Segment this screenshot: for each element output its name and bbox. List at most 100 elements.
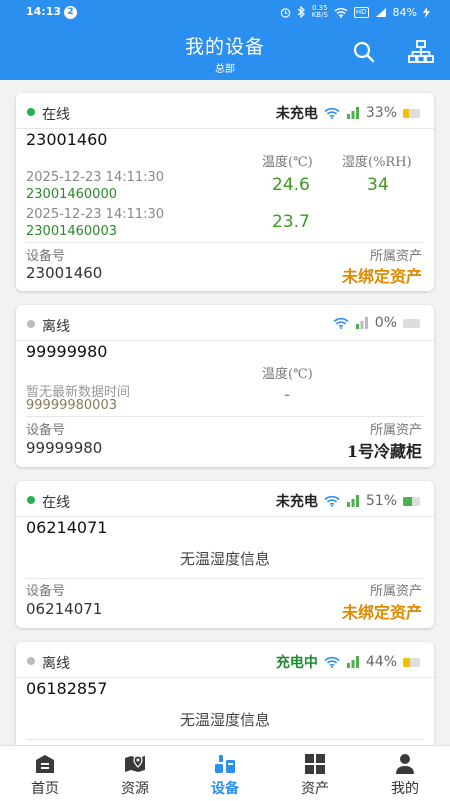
signal-bars-icon — [346, 107, 359, 119]
wifi-status-icon — [334, 7, 348, 18]
signal-bars-icon — [346, 656, 359, 668]
device-no-label: 设备号 — [26, 423, 66, 438]
device-no-label: 设备号 — [26, 249, 66, 264]
device-no-value: 23001460 — [26, 264, 103, 282]
tab-assets[interactable]: 资产 — [270, 746, 360, 801]
wifi-icon — [324, 107, 340, 119]
device-list[interactable]: 在线 未充电 33% 23001460 温度(℃) 湿度(%RH) 2025-1… — [0, 80, 450, 745]
humidity-value: 34 — [367, 175, 389, 195]
tab-label: 我的 — [391, 781, 419, 797]
temperature-label: 温度(℃) — [262, 367, 313, 382]
status-time: 14:13 — [26, 5, 62, 18]
device-power-status: 0% — [333, 315, 420, 331]
device-no-label: 设备号 — [26, 584, 66, 599]
card-header: 离线 充电中 44% — [16, 642, 434, 678]
battery-percent: 0% — [374, 315, 397, 331]
device-id: 23001460 — [26, 130, 108, 149]
device-status: 离线 — [42, 319, 70, 335]
charging-bolt-icon — [423, 6, 430, 18]
signal-bars-icon — [355, 317, 368, 329]
tab-label: 资产 — [301, 781, 329, 797]
no-sensor-info: 无温湿度信息 — [179, 711, 270, 729]
asset-label: 所属资产 — [369, 584, 422, 599]
battery-percent: 44% — [365, 654, 397, 670]
device-card[interactable]: 在线 未充电 51% 06214071 无温湿度信息 设备号 所属资产 0621… — [16, 481, 434, 628]
reading-time: 2025-12-23 14:11:30 — [26, 207, 165, 222]
reading-time: 2025-12-23 14:11:30 — [26, 170, 165, 185]
org-subtitle[interactable]: 总部 — [0, 60, 450, 75]
device-status: 离线 — [42, 656, 70, 672]
card-header: 在线 未充电 33% — [16, 93, 434, 129]
tab-label: 设备 — [211, 781, 239, 797]
asset-value[interactable]: 1号冷藏柜 — [347, 438, 422, 462]
signal-bars-icon — [346, 495, 359, 507]
tab-label: 首页 — [31, 781, 59, 797]
temperature-value: - — [284, 385, 291, 405]
user-icon — [396, 754, 414, 774]
device-id: 06182857 — [26, 679, 108, 698]
asset-value[interactable]: 未绑定资产 — [342, 599, 422, 623]
header-title-block: 我的设备 总部 — [0, 32, 450, 75]
charge-status: 未充电 — [275, 494, 318, 510]
no-sensor-info: 无温湿度信息 — [179, 550, 270, 568]
status-bar: 14:13 2 0.35 KB/S HD 84% — [0, 0, 450, 24]
map-pin-icon — [125, 755, 145, 772]
battery-level-fill — [403, 496, 412, 506]
card-header: 离线 0% — [16, 305, 434, 341]
offline-status-dot — [27, 657, 35, 665]
online-status-dot — [27, 108, 35, 116]
device-card[interactable]: 在线 未充电 33% 23001460 温度(℃) 湿度(%RH) 2025-1… — [16, 93, 434, 291]
device-id: 06214071 — [26, 518, 108, 537]
device-power-status: 充电中 44% — [276, 652, 420, 672]
battery-icon — [403, 657, 420, 667]
asset-value[interactable]: 未绑定资产 — [342, 263, 422, 287]
grid-icon — [305, 754, 325, 774]
tab-profile[interactable]: 我的 — [360, 746, 450, 801]
temperature-label: 温度(℃) — [262, 155, 313, 170]
device-power-status: 未充电 33% — [276, 103, 420, 123]
online-status-dot — [27, 496, 35, 504]
tab-label: 资源 — [121, 781, 149, 797]
device-status: 在线 — [42, 495, 70, 511]
device-power-status: 未充电 51% — [276, 491, 420, 511]
sensor-id: 99999980003 — [26, 398, 117, 413]
offline-status-dot — [27, 320, 35, 328]
charge-status: 充电中 — [275, 655, 318, 671]
sensor-id: 23001460000 — [26, 187, 117, 202]
asset-label: 所属资产 — [369, 423, 422, 438]
device-status: 在线 — [42, 107, 70, 123]
device-no-value: 06214071 — [26, 600, 103, 618]
battery-percent: 33% — [365, 105, 397, 121]
tab-resources[interactable]: 资源 — [90, 746, 180, 801]
net-speed-unit: KB/S — [311, 11, 328, 19]
hd-icon: HD — [353, 6, 369, 18]
tab-home[interactable]: 首页 — [0, 746, 90, 801]
charge-status: 未充电 — [275, 106, 318, 122]
battery-icon — [403, 496, 420, 506]
wifi-icon — [333, 317, 349, 329]
battery-icon — [403, 318, 420, 328]
device-no-value: 99999980 — [26, 439, 103, 457]
status-icons: 0.35 KB/S HD 84% — [280, 5, 430, 19]
device-card[interactable]: 离线 0% 99999980 温度(℃) 暂无最新数据时间 9999998000… — [16, 305, 434, 467]
wifi-icon — [324, 656, 340, 668]
org-tree-icon[interactable] — [408, 40, 434, 64]
card-header: 在线 未充电 51% — [16, 481, 434, 517]
wifi-icon — [324, 495, 340, 507]
temperature-value: 24.6 — [272, 175, 310, 195]
device-card[interactable]: 离线 充电中 44% 06182857 无温湿度信息 — [16, 642, 434, 745]
signal-icon — [375, 7, 386, 17]
battery-icon — [403, 108, 420, 118]
notification-badge: 2 — [64, 6, 77, 19]
divider — [26, 739, 424, 740]
net-speed: 0.35 KB/S — [312, 5, 328, 19]
device-icon — [215, 755, 235, 773]
battery-percent: 51% — [365, 493, 397, 509]
battery-level-fill — [403, 657, 411, 667]
search-icon[interactable] — [352, 40, 376, 64]
page-title: 我的设备 — [184, 36, 265, 58]
bluetooth-icon — [297, 6, 305, 18]
divider — [26, 578, 424, 579]
tab-devices[interactable]: 设备 — [180, 746, 270, 801]
sensor-id: 23001460003 — [26, 224, 117, 239]
